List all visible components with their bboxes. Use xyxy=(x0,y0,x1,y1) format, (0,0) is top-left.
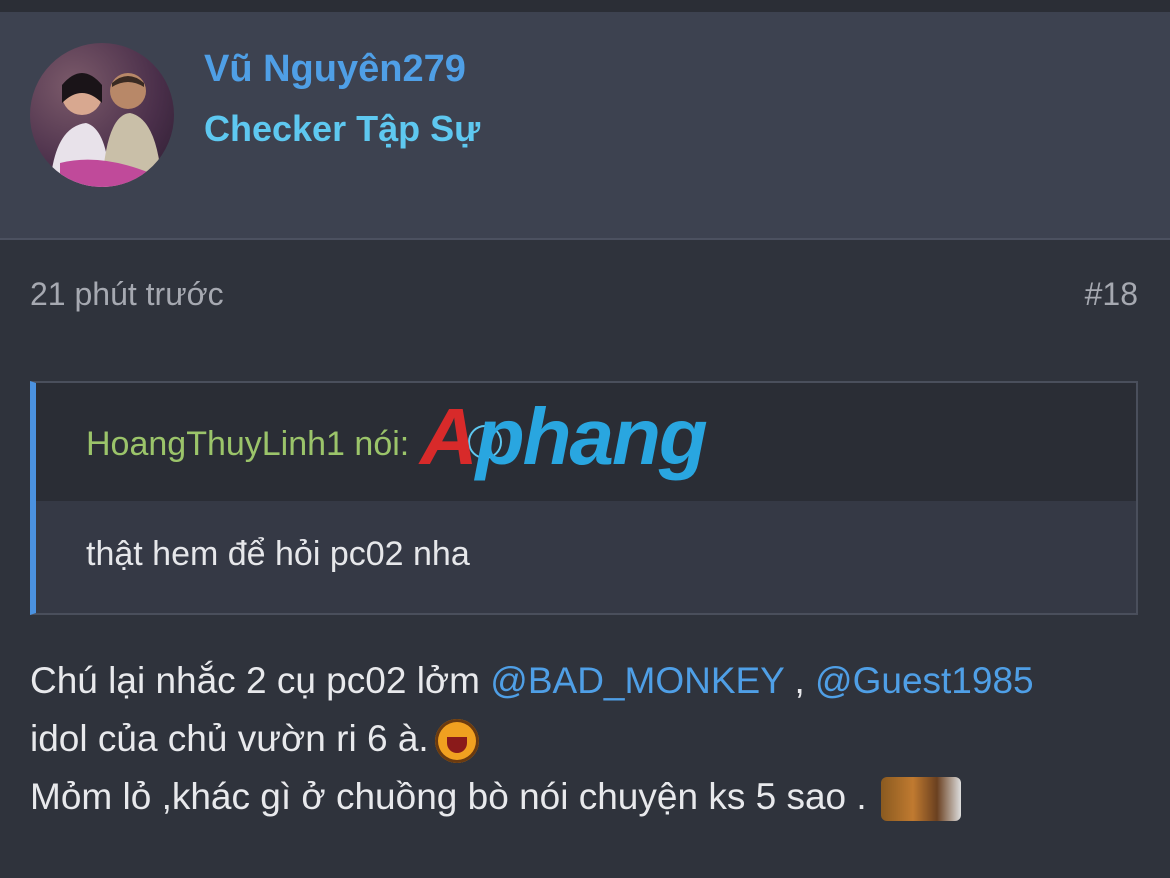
mention-link[interactable]: @Guest1985 xyxy=(815,660,1034,701)
laughing-emoji-icon xyxy=(434,719,479,764)
post-meta: 21 phút trước #18 xyxy=(0,240,1170,350)
message-text: idol của chủ vườn ri 6 à. xyxy=(30,718,429,759)
mention-link[interactable]: @BAD_MONKEY xyxy=(490,660,784,701)
post-timestamp[interactable]: 21 phút trước xyxy=(30,276,224,313)
quote-text: thật hem để hỏi pc02 nha xyxy=(86,535,470,573)
post-message: Chú lại nhắc 2 cụ pc02 lởm @BAD_MONKEY ,… xyxy=(30,652,1150,826)
user-header: Vũ Nguyên279 Checker Tập Sự xyxy=(0,12,1170,240)
post-number-link[interactable]: #18 xyxy=(1085,276,1138,313)
message-text: Mỏm lỏ ,khác gì ở chuồng bò nói chuyện k… xyxy=(30,776,867,817)
avatar-photo xyxy=(50,73,162,187)
user-title: Checker Tập Sự xyxy=(204,108,481,149)
username-link[interactable]: Vũ Nguyên279 xyxy=(204,48,466,91)
drinking-emoji-icon xyxy=(880,777,961,822)
avatar[interactable] xyxy=(30,43,174,187)
watermark-letter: A xyxy=(420,392,478,481)
watermark-logo: Aphang xyxy=(420,392,708,482)
message-text: Chú lại nhắc 2 cụ pc02 lởm xyxy=(30,660,491,701)
message-separator: , xyxy=(784,660,816,701)
top-bar xyxy=(0,0,1170,12)
quote-author-link[interactable]: HoangThuyLinh1 nói: xyxy=(86,425,409,464)
watermark-text: phang xyxy=(475,392,708,481)
